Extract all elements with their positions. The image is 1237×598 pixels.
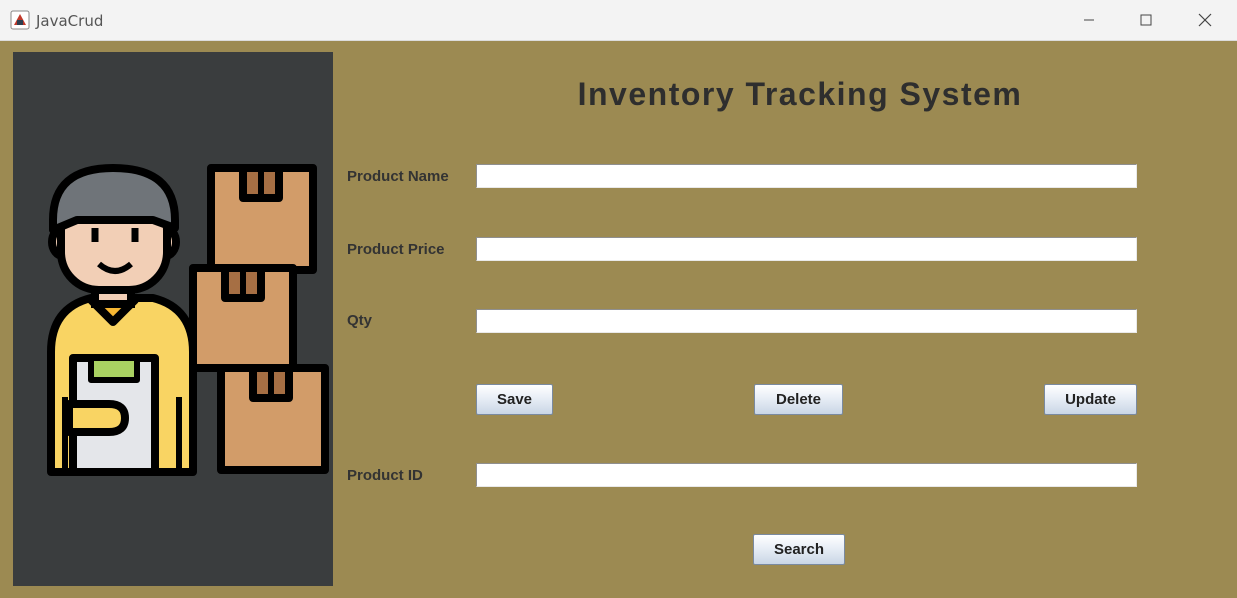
search-button[interactable]: Search	[753, 534, 845, 565]
box-middle	[189, 264, 297, 372]
maximize-icon	[1140, 14, 1152, 26]
box-top	[207, 164, 317, 274]
box-bottom	[217, 364, 329, 474]
java-app-icon	[10, 10, 30, 30]
title-bar[interactable]: JavaCrud	[0, 0, 1237, 41]
qty-label: Qty	[347, 312, 373, 329]
product-price-label: Product Price	[347, 241, 445, 258]
close-button[interactable]	[1176, 0, 1234, 40]
minimize-icon	[1084, 19, 1094, 21]
app-window: JavaCrud Inventory Tracking System Produ…	[0, 0, 1237, 598]
product-id-input[interactable]	[476, 463, 1137, 487]
minimize-button[interactable]	[1060, 0, 1118, 40]
qty-input[interactable]	[476, 309, 1137, 333]
maximize-button[interactable]	[1117, 0, 1175, 40]
product-name-input[interactable]	[476, 164, 1137, 188]
delete-button[interactable]: Delete	[754, 384, 843, 415]
product-name-label: Product Name	[347, 168, 449, 185]
save-button[interactable]: Save	[476, 384, 553, 415]
window-title: JavaCrud	[36, 12, 104, 30]
worker-head	[48, 164, 180, 294]
warehouse-worker-illustration	[47, 164, 329, 476]
illustration-panel	[13, 52, 333, 586]
product-price-input[interactable]	[476, 237, 1137, 261]
worker-hand	[65, 400, 129, 436]
update-button[interactable]: Update	[1044, 384, 1137, 415]
close-icon	[1198, 13, 1212, 27]
product-id-label: Product ID	[347, 467, 423, 484]
page-title: Inventory Tracking System	[577, 76, 1023, 112]
